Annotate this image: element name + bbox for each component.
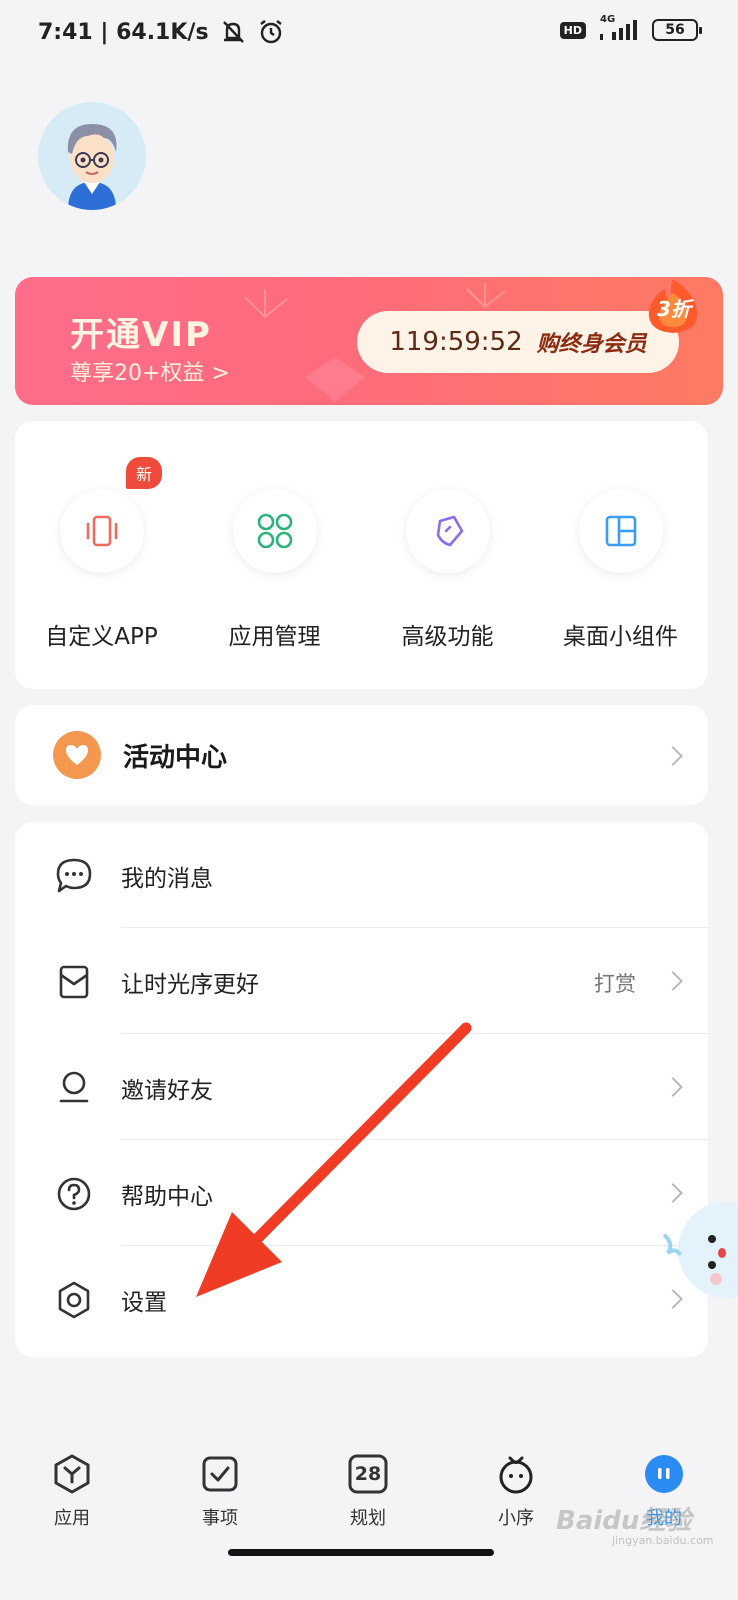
mute-icon [222,21,244,43]
chevron-right-icon [663,971,683,991]
vip-subtitle[interactable]: 尊享20+权益 > [70,355,230,387]
discount-label: 3折 [657,297,691,321]
chevron-right-icon [663,746,683,766]
tab-label: 小序 [498,1508,534,1529]
mascot-icon [494,1452,538,1496]
hd-badge: HD [559,21,586,39]
shortcut-custom-app[interactable]: 新 自定义APP [15,421,188,689]
watermark-url: jingyan.baidu.com [612,1534,714,1547]
apps-grid-icon [257,513,293,549]
status-bar: 7:41 | 64.1K/s HD 4G 56 [0,0,738,66]
mail-heart-icon [53,961,95,1003]
calendar-day: 28 [354,1463,382,1485]
activity-icon-circle [53,731,101,779]
pen-tool-icon [436,515,464,547]
calendar-icon: 28 [346,1452,390,1496]
phone-vibrate-icon [86,515,118,547]
tab-planning[interactable]: 28 规划 [318,1452,418,1542]
status-left: 7:41 | 64.1K/s [38,18,285,46]
new-badge: 新 [126,457,163,489]
status-right: HD 4G 56 [559,14,702,42]
vip-countdown: 119:59:52 [389,327,523,357]
activity-label: 活动中心 [123,743,228,773]
signal-icon: 4G [596,14,642,42]
apps-hex-icon [50,1452,94,1496]
discount-badge: 3折 [639,277,707,337]
tab-label: 事项 [202,1508,238,1529]
menu-item-label: 帮助中心 [121,1184,213,1210]
profile-icon [642,1452,686,1496]
shortcut-icon-circle [60,489,144,573]
shortcut-widgets[interactable]: 桌面小组件 [534,421,707,689]
home-indicator[interactable] [228,1549,494,1556]
menu-list: 我的消息 让时光序更好 打赏 邀请好友 帮助中心 设置 [15,822,708,1357]
shortcut-label: 高级功能 [401,624,494,650]
shortcut-label: 应用管理 [228,624,321,650]
shortcut-card: 新 自定义APP 应用管理 高级功能 桌面小组件 [15,421,708,689]
shortcut-label: 桌面小组件 [563,624,678,650]
shortcut-icon-circle [579,489,663,573]
settings-icon [53,1279,95,1321]
tab-label: 规划 [350,1508,386,1529]
heart-icon [66,745,88,765]
menu-item-messages[interactable]: 我的消息 [15,822,708,928]
shortcut-app-management[interactable]: 应用管理 [188,421,361,689]
shortcut-icon-circle [233,489,317,573]
menu-item-label: 设置 [121,1290,167,1316]
tab-apps[interactable]: 应用 [22,1452,122,1542]
avatar[interactable] [38,102,146,210]
vip-banner[interactable]: 开通VIP 尊享20+权益 > 119:59:52 购终身会员 3折 [15,277,723,405]
tab-label: 应用 [54,1508,90,1529]
menu-item-help[interactable]: 帮助中心 [15,1140,708,1246]
menu-item-improve[interactable]: 让时光序更好 打赏 [15,928,708,1034]
user-icon [53,1067,95,1109]
shortcut-icon-circle [406,489,490,573]
activity-center-row[interactable]: 活动中心 [15,705,708,805]
menu-item-label: 让时光序更好 [121,972,259,998]
tab-tasks[interactable]: 事项 [170,1452,270,1542]
help-icon [53,1173,95,1215]
chevron-right-icon [663,1077,683,1097]
alarm-icon [259,20,282,44]
menu-item-invite[interactable]: 邀请好友 [15,1034,708,1140]
widget-layout-icon [605,515,637,547]
message-icon [53,855,95,897]
vip-title: 开通VIP [70,315,212,355]
menu-item-label: 我的消息 [121,866,213,892]
vip-offer-button[interactable]: 119:59:52 购终身会员 [357,311,679,373]
menu-item-settings[interactable]: 设置 [15,1246,708,1352]
battery-indicator: 56 [652,19,702,41]
shortcut-advanced[interactable]: 高级功能 [361,421,534,689]
floating-mascot[interactable] [660,1195,738,1305]
vip-cta-label: 购终身会员 [536,332,647,357]
tab-xiaoxu[interactable]: 小序 [466,1452,566,1542]
status-time-speed: 7:41 | 64.1K/s [38,19,209,45]
tip-label: 打赏 [594,972,636,996]
menu-item-label: 邀请好友 [121,1078,213,1104]
watermark-brand: Baidu经验 [556,1506,692,1536]
checkbox-icon [198,1452,242,1496]
avatar-image [38,102,146,210]
shortcut-label: 自定义APP [45,624,158,650]
